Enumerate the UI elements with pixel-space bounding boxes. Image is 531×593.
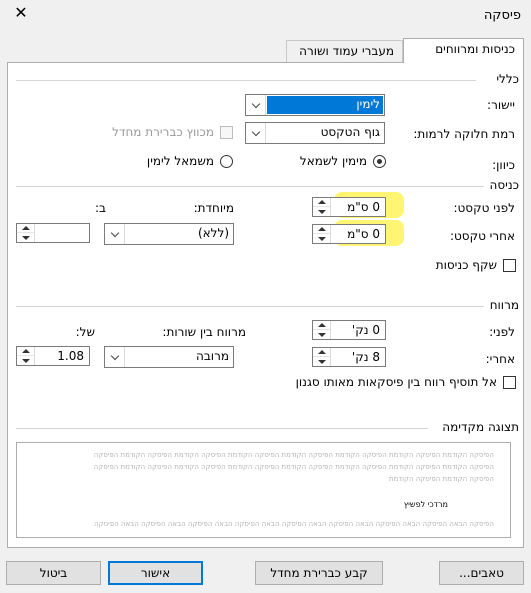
alignment-value: לימין: [356, 97, 380, 111]
line-spacing-at-value: 1.08: [57, 349, 84, 363]
spacing-before-value: 0 נק': [351, 323, 380, 337]
preview-section-label: תצוגה מקדימה: [442, 420, 519, 434]
collapsed-checkbox[interactable]: [220, 126, 233, 139]
divider: [16, 186, 484, 187]
mirror-indents-label: שקף כניסות: [435, 258, 497, 272]
outline-level-label: רמת חלוקה לרמות:: [413, 127, 515, 141]
preview-sample-text: מרדכי לפשיץ: [403, 500, 448, 509]
indent-by-spinner[interactable]: [16, 223, 90, 243]
spacing-section-label: מרווח: [489, 298, 519, 312]
divider: [16, 428, 428, 429]
outline-level-value: גוף הטקסט: [320, 125, 380, 139]
spin-up-icon[interactable]: [313, 348, 330, 357]
chevron-down-icon[interactable]: [246, 95, 266, 115]
divider: [16, 306, 484, 307]
spin-down-icon[interactable]: [313, 330, 330, 339]
close-icon[interactable]: ✕: [12, 4, 30, 22]
spacing-before-spinner[interactable]: 0 נק': [312, 320, 386, 340]
direction-label: כיוון:: [492, 158, 515, 172]
alignment-label: יישור:: [487, 98, 515, 112]
special-indent-value: (ללא): [197, 226, 229, 240]
set-default-button[interactable]: קבע כברירת מחדל: [255, 561, 383, 585]
general-section-label: כללי: [496, 72, 519, 86]
tab-line-page-breaks[interactable]: מעברי עמוד ושורה: [286, 40, 403, 63]
preview-previous-paragraph: הפיסקה הקודמת הפיסקה הקודמת הפיסקה הקודמ…: [93, 451, 494, 459]
indent-after-spinner[interactable]: 0 ס"מ: [312, 224, 386, 244]
preview-previous-paragraph: הפיסקה הקודמת הפיסקה הקודמת הפיסקה הקודמ…: [93, 463, 494, 471]
indentation-section-label: כניסה: [489, 178, 519, 192]
spin-down-icon[interactable]: [313, 234, 330, 243]
indent-after-value: 0 ס"מ: [347, 227, 380, 241]
spacing-after-spinner[interactable]: 8 נק': [312, 347, 386, 367]
chevron-down-icon[interactable]: [105, 347, 125, 367]
alignment-select[interactable]: לימין: [245, 94, 385, 116]
tab-indents-spacing[interactable]: כניסות ומרווחים: [403, 38, 524, 63]
rtl-radio[interactable]: [373, 155, 386, 168]
preview-box: הפיסקה הקודמת הפיסקה הקודמת הפיסקה הקודמ…: [16, 442, 511, 538]
special-indent-label: מיוחדת:: [193, 201, 234, 215]
spin-up-icon[interactable]: [313, 321, 330, 330]
preview-next-paragraph: הפיסקה הבאה הפיסקה הבאה הפיסקה הבאה הפיס…: [94, 520, 494, 528]
cancel-button[interactable]: ביטול: [6, 561, 101, 585]
dialog-title: פיסקה: [483, 8, 521, 23]
divider: [16, 80, 476, 81]
spin-down-icon[interactable]: [17, 233, 34, 242]
spacing-after-label: אחרי:: [485, 352, 515, 366]
spin-down-icon[interactable]: [313, 357, 330, 366]
dont-add-space-label: אל תוסיף רווח בין פיסקאות מאותו סגנון: [295, 375, 497, 389]
line-spacing-select[interactable]: מרובה: [104, 346, 234, 368]
spin-up-icon[interactable]: [313, 225, 330, 234]
line-spacing-value: מרובה: [196, 349, 229, 363]
spacing-before-label: לפני:: [489, 325, 515, 339]
dont-add-space-checkbox[interactable]: [503, 376, 516, 389]
spin-up-icon[interactable]: [17, 224, 34, 233]
chevron-down-icon[interactable]: [105, 224, 125, 244]
chevron-down-icon[interactable]: [246, 123, 266, 143]
rtl-label: מימין לשמאל: [299, 154, 367, 168]
spin-down-icon[interactable]: [17, 356, 34, 365]
indent-before-value: 0 ס"מ: [347, 200, 380, 214]
line-spacing-at-label: של:: [75, 325, 95, 339]
ltr-label: משמאל לימין: [146, 154, 214, 168]
mirror-indents-checkbox[interactable]: [503, 259, 516, 272]
spacing-after-value: 8 נק': [351, 350, 380, 364]
ok-button[interactable]: אישור: [108, 561, 203, 585]
collapsed-label: מכווץ כברירת מחדל: [112, 125, 214, 139]
indent-after-label: אחרי טקסט:: [449, 229, 515, 243]
indent-before-label: לפני טקסט:: [453, 201, 515, 215]
tabs-button[interactable]: טאבים...: [439, 561, 524, 585]
line-spacing-label: מרווח בין שורות:: [162, 325, 246, 339]
spin-up-icon[interactable]: [17, 347, 34, 356]
line-spacing-at-spinner[interactable]: 1.08: [16, 346, 90, 366]
spin-down-icon[interactable]: [313, 207, 330, 216]
spin-up-icon[interactable]: [313, 198, 330, 207]
indent-by-label: ב:: [95, 201, 106, 215]
indent-before-spinner[interactable]: 0 ס"מ: [312, 197, 386, 217]
ltr-radio[interactable]: [220, 155, 233, 168]
outline-level-select[interactable]: גוף הטקסט: [245, 122, 385, 144]
special-indent-select[interactable]: (ללא): [104, 223, 234, 245]
preview-previous-paragraph: הפיסקה הקודמת הפיסקה הקודמת: [388, 475, 494, 483]
